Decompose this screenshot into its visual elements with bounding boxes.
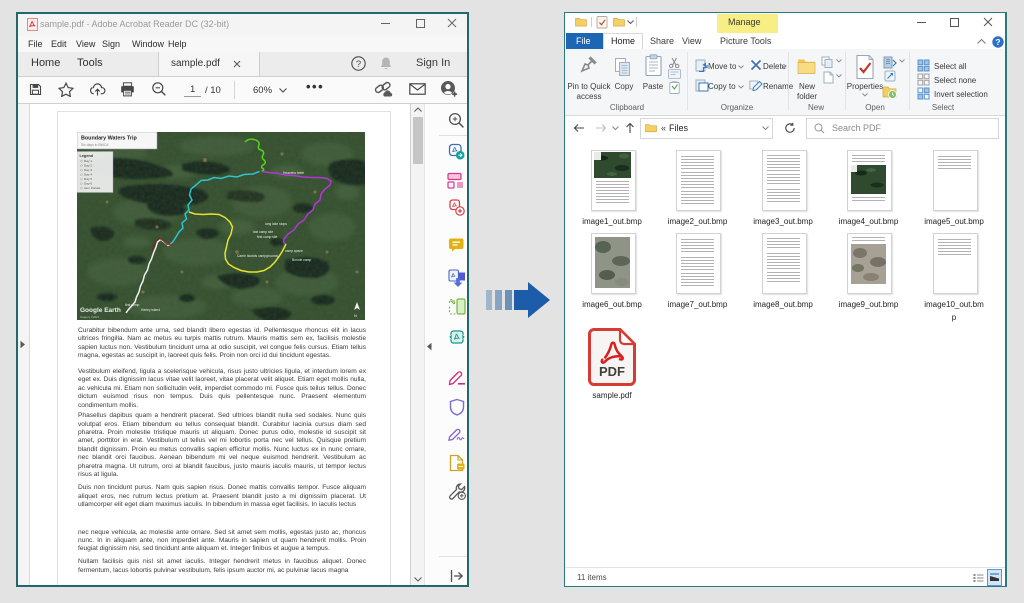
svg-text:Day 2: Day 2 (84, 164, 92, 168)
svg-text:◇: ◇ (80, 164, 83, 168)
svg-text:Day 5: Day 5 (84, 177, 92, 181)
svg-text:Google Earth: Google Earth (80, 307, 121, 314)
svg-text:Six days in BWCA: Six days in BWCA (81, 143, 109, 147)
svg-text:N: N (354, 313, 357, 318)
svg-text:◇: ◇ (80, 173, 83, 177)
svg-text:Day 4: Day 4 (84, 173, 92, 177)
svg-text:◇: ◇ (80, 177, 83, 181)
svg-text:◇: ◇ (80, 186, 83, 190)
svg-text:◇: ◇ (80, 159, 83, 163)
svg-text:long lake stops: long lake stops (265, 222, 287, 226)
svg-text:Gen Portals: Gen Portals (84, 186, 101, 190)
svg-text:Boundary Waters Trip: Boundary Waters Trip (81, 136, 138, 142)
svg-text:◇: ◇ (80, 168, 83, 172)
svg-text:Heavens teeth: Heavens teeth (283, 171, 304, 175)
svg-text:Bonnie camp: Bonnie camp (292, 258, 311, 262)
svg-text:camp space: camp space (285, 249, 303, 253)
svg-text:Carrie islands campgrounds: Carrie islands campgrounds (237, 254, 278, 258)
svg-text:Day 6: Day 6 (84, 182, 92, 186)
svg-text:PDF: PDF (599, 364, 625, 379)
svg-text:Harley island: Harley island (141, 308, 160, 312)
svg-text:◇: ◇ (80, 182, 83, 186)
svg-text:Day 1: Day 1 (84, 159, 92, 163)
svg-text:Imagery ©2021: Imagery ©2021 (80, 315, 100, 319)
svg-text:first camp site: first camp site (257, 235, 278, 239)
svg-text:?: ? (356, 59, 361, 70)
svg-text:last camp site: last camp site (253, 230, 273, 234)
svg-text:first camp: first camp (125, 303, 139, 307)
svg-text:Day 3: Day 3 (84, 168, 92, 172)
svg-text:Legend: Legend (80, 154, 94, 158)
svg-text:?: ? (995, 37, 1000, 47)
